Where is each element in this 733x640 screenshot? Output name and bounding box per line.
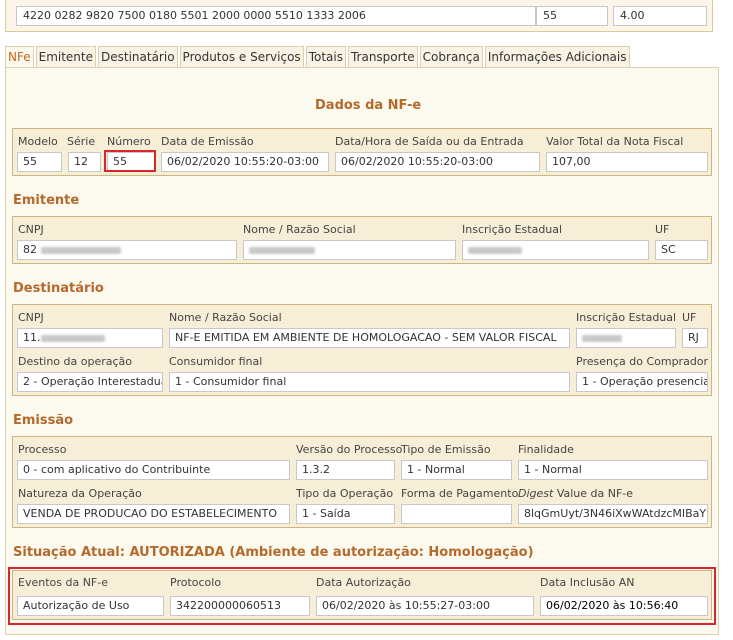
presenca-field[interactable]: 1 - Operação presencial [576,372,708,392]
label-dest-cnpj: CNPJ [18,311,44,324]
top-model-field[interactable]: 55 [536,6,608,26]
dest-nome-field[interactable]: NF-E EMITIDA EM AMBIENTE DE HOMOLOGACAO … [169,328,570,348]
label-saida: Data/Hora de Saída ou da Entrada [335,135,524,148]
redacted-block [582,334,622,342]
redacted-block [468,246,522,254]
dest-cnpj-field[interactable]: 11. [17,328,163,348]
modelo-field[interactable]: 55 [17,152,62,172]
destino-field[interactable]: 2 - Operação Interestadual [17,372,163,392]
emitente-fieldset: CNPJ Nome / Razão Social Inscrição Estad… [12,216,712,264]
situacao-heading: Situação Atual: AUTORIZADA (Ambiente de … [13,545,534,560]
label-numero: Número [107,135,151,148]
tipo-emissao-field[interactable]: 1 - Normal [401,460,512,480]
numero-highlight [104,150,156,172]
emit-nome-field[interactable] [243,240,456,260]
tab-bar: NFe Emitente Destinatário Produtos e Ser… [5,46,632,68]
destinatario-heading: Destinatário [13,281,104,296]
label-versao: Versão do Processo [296,443,403,456]
dest-uf-field[interactable]: RJ [682,328,708,348]
label-emissao: Data de Emissão [161,135,254,148]
destinatario-fieldset: CNPJ Nome / Razão Social Inscrição Estad… [12,304,712,396]
access-key-bar: 4220 0282 9820 7500 0180 5501 2000 0000 … [5,0,713,32]
situacao-highlight [8,567,716,625]
versao-field[interactable]: 1.3.2 [296,460,395,480]
label-serie: Série [67,135,96,148]
label-emit-cnpj: CNPJ [18,223,44,236]
label-destino: Destino da operação [18,355,133,368]
label-consumidor: Consumidor final [169,355,263,368]
label-processo: Processo [18,443,67,456]
label-tipo-operacao: Tipo da Operação [296,487,394,500]
emit-cnpj-field[interactable]: 82 [17,240,237,260]
tab-produtos[interactable]: Produtos e Serviços [179,46,304,67]
serie-field[interactable]: 12 [68,152,101,172]
tab-nfe[interactable]: NFe [5,46,34,68]
emissao-field[interactable]: 06/02/2020 10:55:20-03:00 [161,152,329,172]
natureza-field[interactable]: VENDA DE PRODUCAO DO ESTABELECIMENTO [17,504,290,524]
label-dest-nome: Nome / Razão Social [169,311,282,324]
processo-field[interactable]: 0 - com aplicativo do Contribuinte [17,460,290,480]
total-field[interactable]: 107,00 [546,152,708,172]
label-presenca: Presença do Comprador [576,355,709,368]
label-dest-uf: UF [682,311,697,324]
label-digest-rest: Value da NF-e [553,487,634,500]
emissao-fieldset: Processo Versão do Processo Tipo de Emis… [12,436,712,528]
access-key-field[interactable]: 4220 0282 9820 7500 0180 5501 2000 0000 … [16,6,536,26]
dest-cnpj-prefix: 11. [23,331,41,344]
emit-cnpj-prefix: 82 [23,243,37,256]
redacted-block [40,334,105,342]
label-digest: Digest Value da NF-e [518,487,633,500]
emissao-heading: Emissão [13,413,74,428]
tab-totais[interactable]: Totais [305,46,346,67]
pagamento-field[interactable] [401,504,512,524]
emitente-heading: Emitente [13,193,80,208]
redacted-block [40,246,121,254]
dados-heading: Dados da NF-e [315,98,422,113]
label-natureza: Natureza da Operação [18,487,142,500]
finalidade-field[interactable]: 1 - Normal [518,460,708,480]
tab-cobranca[interactable]: Cobrança [419,46,483,67]
tipo-operacao-field[interactable]: 1 - Saída [296,504,395,524]
label-digest-italic: Digest [518,487,554,500]
label-emit-uf: UF [655,223,670,236]
tab-emitente[interactable]: Emitente [35,46,96,67]
label-total: Valor Total da Nota Fiscal [546,135,684,148]
emit-uf-field[interactable]: SC [655,240,708,260]
label-emit-ie: Inscrição Estadual [462,223,563,236]
label-emit-nome: Nome / Razão Social [243,223,356,236]
tab-transporte[interactable]: Transporte [347,46,418,67]
tab-info-adicionais[interactable]: Informações Adicionais [484,46,630,67]
redacted-block [249,246,315,254]
dest-ie-field[interactable] [576,328,676,348]
saida-field[interactable]: 06/02/2020 10:55:20-03:00 [335,152,540,172]
emit-ie-field[interactable] [462,240,649,260]
tab-destinatario[interactable]: Destinatário [98,46,178,67]
label-modelo: Modelo [18,135,58,148]
label-finalidade: Finalidade [518,443,574,456]
top-version-field[interactable]: 4.00 [613,6,707,26]
digest-field[interactable]: 8lqGmUyt/3N46iXwWAtdzcMIBaY= [518,504,708,524]
label-pagamento: Forma de Pagamento [401,487,519,500]
consumidor-field[interactable]: 1 - Consumidor final [169,372,570,392]
label-dest-ie: Inscrição Estadual [576,311,677,324]
label-tipo-emissao: Tipo de Emissão [401,443,491,456]
